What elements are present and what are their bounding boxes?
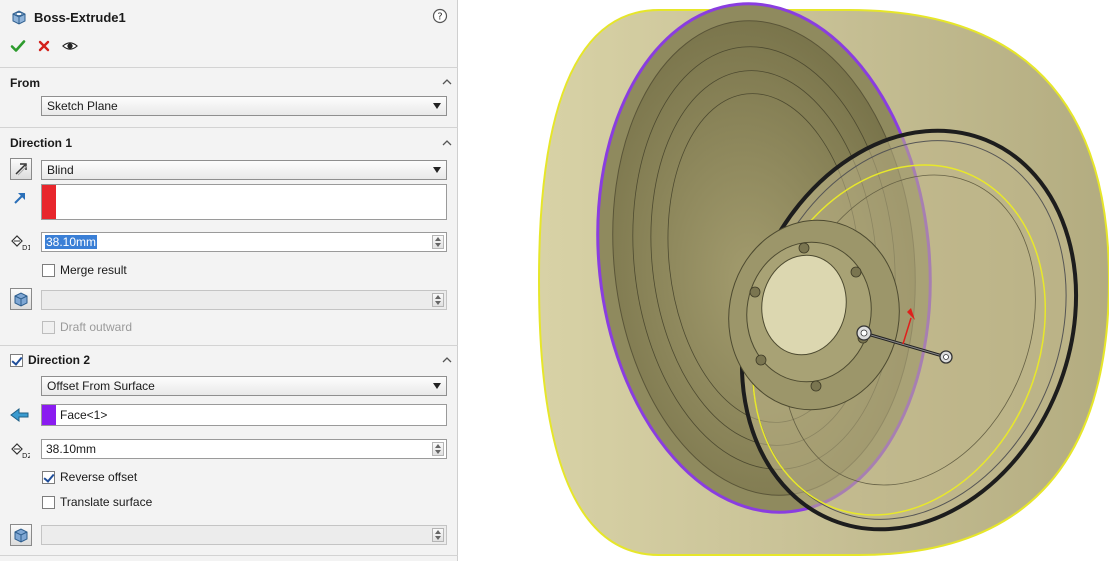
start-condition-value: Sketch Plane (47, 99, 118, 113)
direction2-end-condition-value: Offset From Surface (47, 379, 155, 393)
chevron-up-icon[interactable] (441, 76, 453, 88)
direction1-end-condition-value: Blind (47, 163, 74, 177)
spin-arrows-icon[interactable] (432, 235, 444, 249)
merge-result-option[interactable]: Merge result (42, 262, 127, 278)
depth-d1-icon: D1 (10, 232, 30, 252)
selection-color-swatch (42, 405, 56, 425)
separator (0, 555, 458, 556)
chevron-up-icon[interactable] (441, 137, 453, 149)
offset-d2-icon: D2 (10, 440, 30, 460)
action-buttons (10, 36, 78, 56)
direction2-offset-input[interactable]: 38.10mm (41, 439, 447, 459)
dropdown-arrow-icon (433, 103, 441, 109)
face-surface-icon (10, 405, 30, 425)
draft-outward-option[interactable]: Draft outward (42, 319, 132, 335)
translate-surface-option[interactable]: Translate surface (42, 494, 152, 510)
direction1-draft-angle-input[interactable] (41, 290, 447, 310)
direction2-face-selection-box[interactable]: Face<1> (41, 404, 447, 426)
svg-text:?: ? (437, 12, 442, 23)
help-icon[interactable]: ? (432, 8, 448, 24)
merge-result-checkbox[interactable] (42, 263, 55, 277)
direction1-vector-selection-box[interactable] (41, 184, 447, 220)
direction2-draft-angle-input[interactable] (41, 525, 447, 545)
wheel-rim-model[interactable] (459, 0, 1109, 561)
dropdown-arrow-icon (433, 167, 441, 173)
spin-arrows-icon[interactable] (432, 528, 444, 542)
reverse-offset-checkbox[interactable] (42, 470, 55, 484)
direction-vector-icon (10, 188, 30, 208)
separator (0, 67, 458, 68)
start-condition-dropdown[interactable]: Sketch Plane (41, 96, 447, 116)
preview-button[interactable] (62, 38, 78, 54)
property-manager-panel: Boss-Extrude1 ? From Sketch Plane Direct… (0, 0, 458, 561)
check-icon (10, 40, 26, 52)
separator (0, 345, 458, 346)
merge-result-label: Merge result (60, 263, 127, 277)
direction1-depth-input[interactable]: 38.10mm (41, 232, 447, 252)
from-section-header[interactable]: From (10, 74, 40, 92)
translate-surface-checkbox[interactable] (42, 495, 55, 509)
draft-outward-checkbox[interactable] (42, 320, 55, 334)
chevron-up-icon[interactable] (441, 354, 453, 366)
spin-arrows-icon[interactable] (432, 442, 444, 456)
direction1-end-condition-dropdown[interactable]: Blind (41, 160, 447, 180)
ok-button[interactable] (10, 38, 26, 54)
draft-icon (14, 528, 28, 543)
spin-arrows-icon[interactable] (432, 293, 444, 307)
direction1-header-label: Direction 1 (10, 136, 73, 150)
from-header-label: From (10, 76, 40, 90)
reverse-direction-icon (15, 163, 28, 176)
svg-text:D1: D1 (22, 244, 30, 251)
draft-icon (14, 292, 28, 307)
reverse-direction-button[interactable] (10, 158, 32, 180)
direction2-offset-value: 38.10mm (46, 442, 97, 456)
translate-surface-label: Translate surface (60, 495, 153, 509)
graphics-viewport[interactable] (459, 0, 1109, 561)
separator (0, 127, 458, 128)
direction1-depth-value: 38.10mm (45, 235, 98, 249)
cancel-button[interactable] (36, 38, 52, 54)
svg-text:D2: D2 (22, 452, 30, 459)
close-icon (38, 40, 50, 52)
direction2-end-condition-dropdown[interactable]: Offset From Surface (41, 376, 447, 396)
reverse-offset-option[interactable]: Reverse offset (42, 469, 137, 485)
feature-title-row: Boss-Extrude1 (10, 6, 126, 28)
extrude-feature-icon (12, 10, 26, 25)
draft-toggle-button[interactable] (10, 524, 32, 546)
draft-toggle-button[interactable] (10, 288, 32, 310)
direction1-section-header[interactable]: Direction 1 (10, 134, 72, 152)
feature-title: Boss-Extrude1 (34, 9, 126, 25)
dropdown-arrow-icon (433, 383, 441, 389)
direction2-section-header[interactable]: Direction 2 (10, 352, 90, 368)
direction2-enable-checkbox[interactable] (10, 353, 23, 367)
face-selection-item[interactable]: Face<1> (60, 408, 107, 422)
eye-icon (62, 42, 78, 50)
reverse-offset-label: Reverse offset (60, 470, 138, 484)
selection-color-swatch (42, 185, 56, 219)
draft-outward-label: Draft outward (60, 320, 133, 334)
direction2-header-label: Direction 2 (28, 353, 91, 367)
